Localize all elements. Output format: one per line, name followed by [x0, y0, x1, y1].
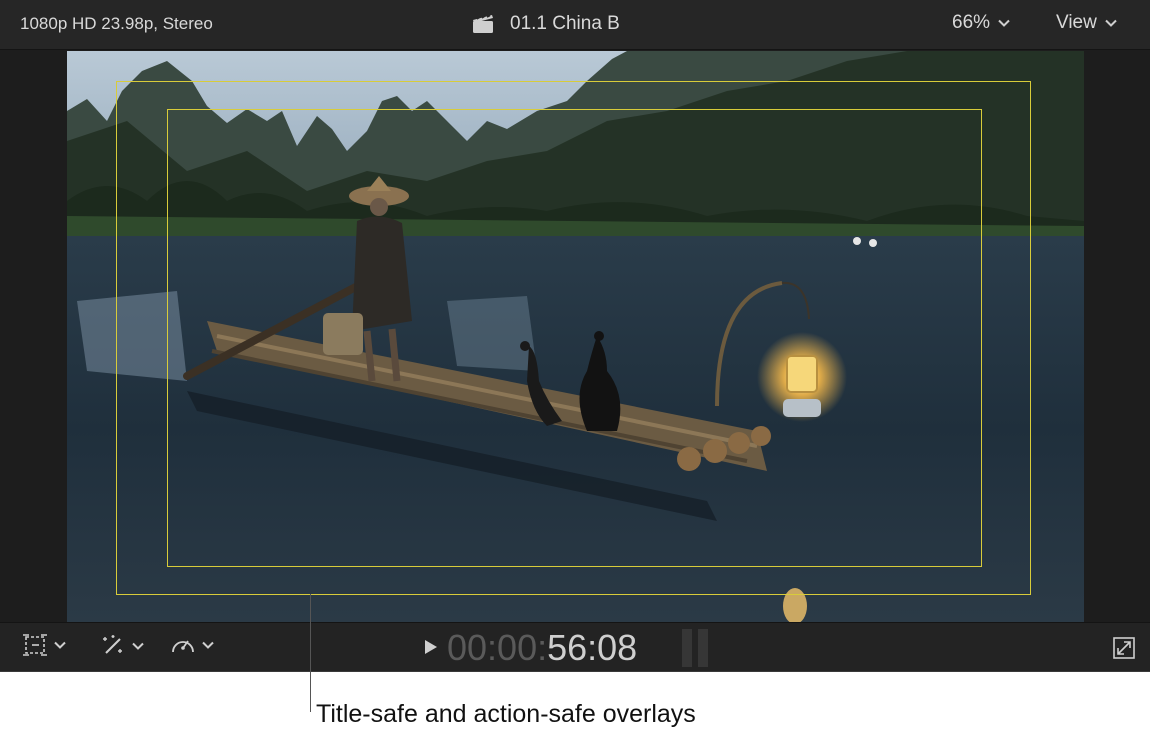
title-safe-overlay: [167, 109, 982, 567]
chevron-down-icon: [132, 642, 144, 650]
timecode-lit: 56:08: [547, 627, 638, 668]
clip-name: 01.1 China B: [510, 13, 620, 34]
transform-tool-menu[interactable]: [22, 633, 66, 657]
timecode-dim: 00:00:: [447, 627, 548, 668]
view-menu[interactable]: View: [1056, 12, 1117, 34]
enhance-menu[interactable]: [100, 633, 144, 659]
chevron-down-icon: [54, 641, 66, 649]
clip-title-group: 01.1 China B: [472, 13, 620, 35]
timecode-display[interactable]: 00:00:56:08: [447, 627, 637, 669]
audio-meter: [682, 629, 708, 667]
viewer-bottom-bar: 00:00:56:08: [0, 622, 1150, 671]
callout-leader-line: [310, 594, 311, 712]
speedometer-icon: [172, 640, 194, 653]
chevron-down-icon: [998, 19, 1010, 27]
audio-meter-left: [682, 629, 692, 667]
viewer-top-bar: 1080p HD 23.98p, Stereo 01.1 China B 66%…: [0, 0, 1150, 50]
callout-label: Title-safe and action-safe overlays: [316, 700, 696, 728]
transform-tool-icon: [23, 634, 47, 656]
magic-wand-icon: [103, 635, 122, 654]
view-menu-label: View: [1056, 12, 1097, 33]
retime-menu[interactable]: [170, 633, 214, 657]
format-info: 1080p HD 23.98p, Stereo: [20, 14, 213, 33]
play-icon[interactable]: [423, 638, 439, 656]
fullscreen-icon[interactable]: [1113, 637, 1135, 659]
chevron-down-icon: [1105, 19, 1117, 27]
clapperboard-icon: [473, 14, 493, 33]
zoom-value: 66%: [952, 12, 991, 33]
zoom-menu[interactable]: 66%: [952, 12, 1010, 34]
chevron-down-icon: [202, 641, 214, 649]
audio-meter-right: [698, 629, 708, 667]
video-frame[interactable]: [67, 51, 1084, 622]
viewer-window: 1080p HD 23.98p, Stereo 01.1 China B 66%…: [0, 0, 1150, 672]
